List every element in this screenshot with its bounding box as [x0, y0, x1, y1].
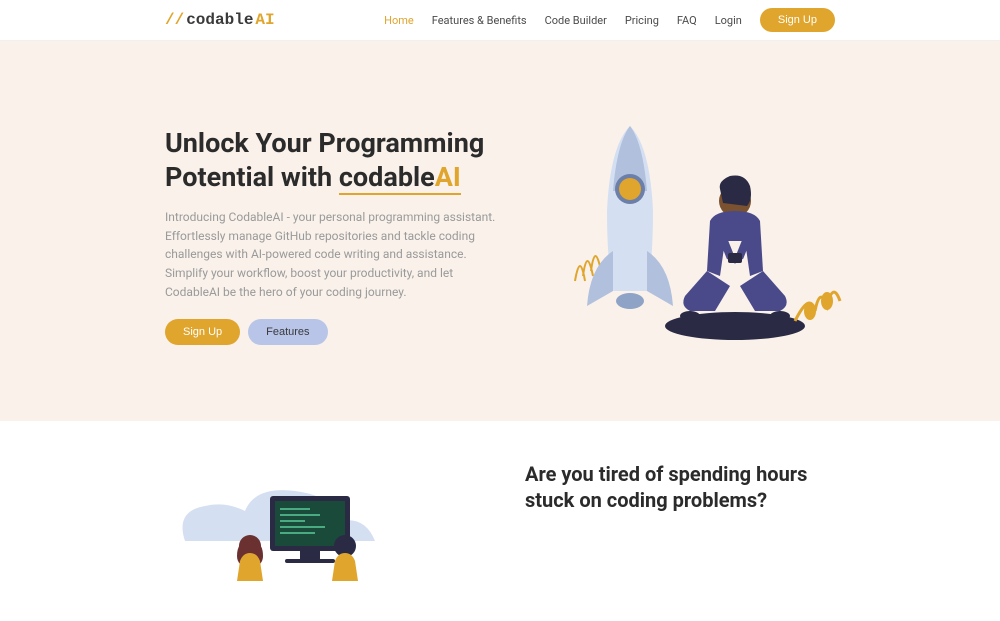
hero-title: Unlock Your Programming Potential with c…: [165, 127, 505, 195]
logo[interactable]: // codable AI: [165, 11, 275, 29]
nav-faq[interactable]: FAQ: [677, 14, 697, 27]
nav-code-builder[interactable]: Code Builder: [545, 14, 607, 27]
hero-features-button[interactable]: Features: [248, 319, 327, 345]
section2-text: Are you tired of spending hours stuck on…: [525, 461, 835, 513]
navbar: // codable AI Home Features & Benefits C…: [0, 0, 1000, 41]
coding-people-illustration: [165, 461, 485, 581]
hero-illustration-wrap: [535, 111, 855, 361]
hero-section: Unlock Your Programming Potential with c…: [0, 41, 1000, 421]
nav-features[interactable]: Features & Benefits: [432, 14, 527, 27]
hero-text: Unlock Your Programming Potential with c…: [165, 127, 505, 345]
hero-description: Introducing CodableAI - your personal pr…: [165, 208, 505, 301]
nav-items: Home Features & Benefits Code Builder Pr…: [384, 8, 835, 32]
logo-slash: //: [165, 11, 184, 29]
coding-illustration-wrap: [165, 461, 485, 581]
hero-title-brand: codableAI: [339, 161, 461, 195]
logo-suffix: AI: [255, 11, 274, 29]
signup-button[interactable]: Sign Up: [760, 8, 835, 32]
section-problem: Are you tired of spending hours stuck on…: [0, 421, 1000, 621]
hero-buttons: Sign Up Features: [165, 319, 505, 345]
nav-home[interactable]: Home: [384, 14, 414, 27]
logo-name: codable: [186, 11, 253, 29]
rocket-person-illustration: [535, 111, 855, 361]
nav-pricing[interactable]: Pricing: [625, 14, 659, 27]
nav-login[interactable]: Login: [715, 14, 742, 27]
hero-signup-button[interactable]: Sign Up: [165, 319, 240, 345]
section2-title: Are you tired of spending hours stuck on…: [525, 461, 835, 513]
